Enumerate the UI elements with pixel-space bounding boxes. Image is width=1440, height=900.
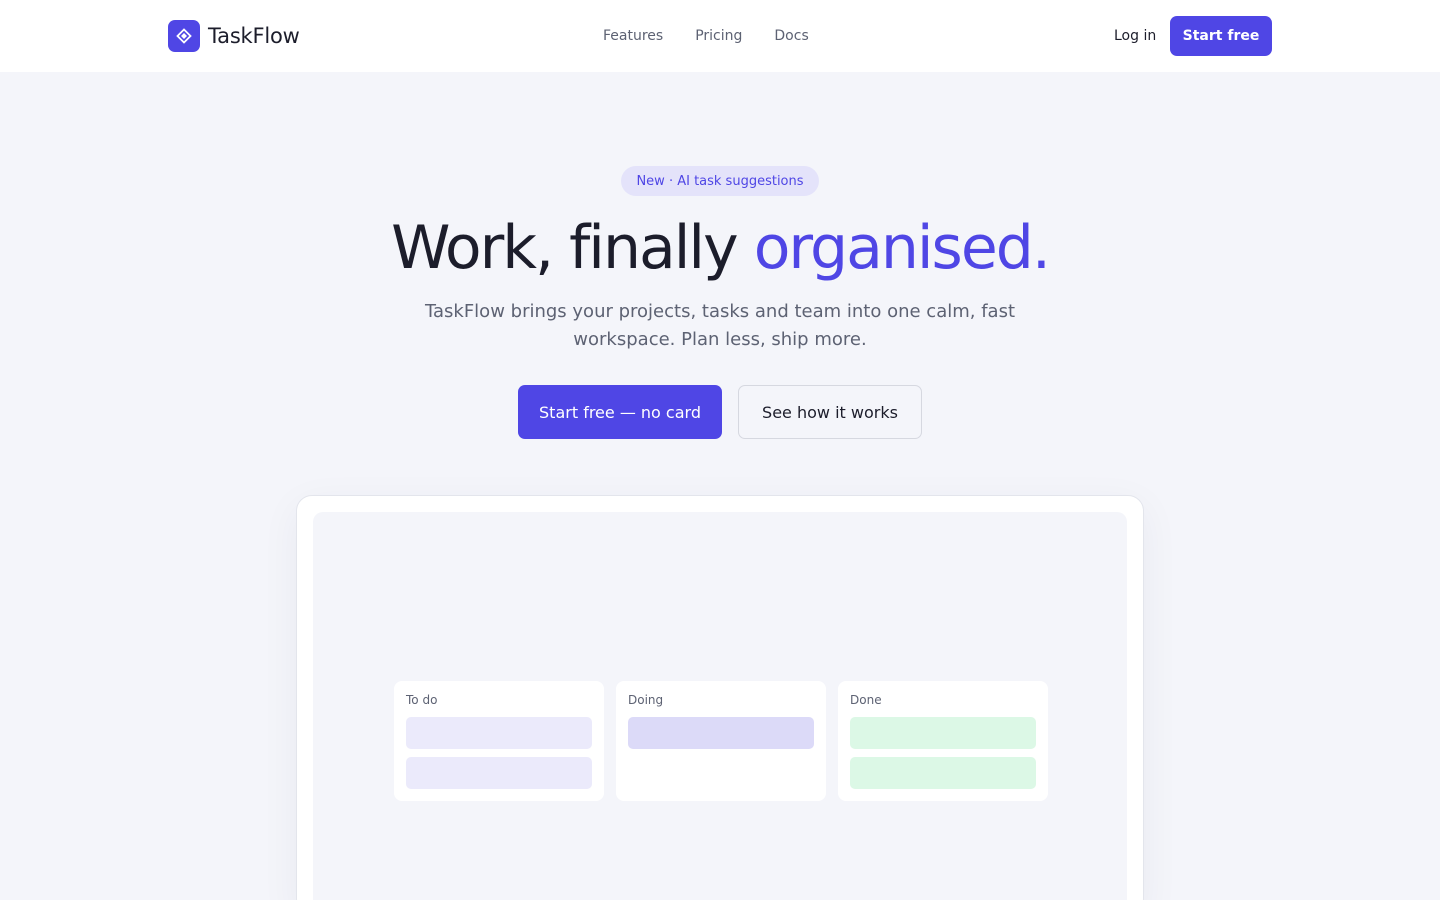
start-free-no-card-button[interactable]: Start free — no card	[518, 385, 722, 439]
start-free-button[interactable]: Start free	[1170, 16, 1272, 56]
headline-main: Work, finally	[391, 213, 739, 283]
app-preview-canvas: To do Doing Done	[313, 512, 1127, 900]
nav-links: Features Pricing Docs	[603, 27, 809, 45]
task-card	[406, 757, 592, 789]
see-how-it-works-button[interactable]: See how it works	[738, 385, 922, 439]
top-nav: TaskFlow Features Pricing Docs Log in St…	[0, 0, 1440, 72]
task-card	[628, 717, 814, 749]
app-preview: To do Doing Done	[296, 495, 1144, 900]
announcement-badge[interactable]: New · AI task suggestions	[621, 166, 819, 196]
kanban-column-todo: To do	[394, 681, 604, 801]
nav-link-features[interactable]: Features	[603, 27, 663, 45]
task-card	[406, 717, 592, 749]
task-card	[850, 717, 1036, 749]
nav-link-docs[interactable]: Docs	[774, 27, 808, 45]
column-title: Done	[850, 693, 882, 707]
hero-headline: Work, finally organised.	[0, 210, 1440, 286]
brand-name: TaskFlow	[208, 24, 300, 48]
kanban-board: To do Doing Done	[394, 681, 1048, 801]
kanban-column-done: Done	[838, 681, 1048, 801]
column-title: To do	[406, 693, 438, 707]
task-card	[850, 757, 1036, 789]
brand[interactable]: TaskFlow	[168, 20, 300, 52]
diamond-logo-icon	[168, 20, 200, 52]
column-title: Doing	[628, 693, 664, 707]
headline-accent: organised.	[753, 213, 1051, 283]
login-link[interactable]: Log in	[1114, 27, 1156, 45]
kanban-column-doing: Doing	[616, 681, 826, 801]
nav-link-pricing[interactable]: Pricing	[695, 27, 742, 45]
hero-subtitle: TaskFlow brings your projects, tasks and…	[424, 301, 1016, 350]
